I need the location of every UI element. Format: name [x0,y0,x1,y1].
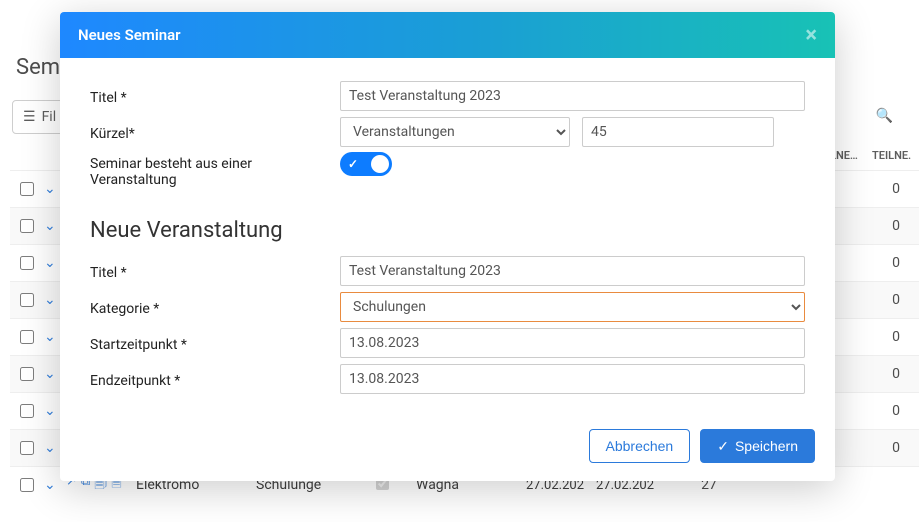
event-end-input[interactable] [340,364,805,394]
single-event-label: Seminar besteht aus einer Veranstaltung [90,152,340,188]
modal-header: Neues Seminar × [60,12,835,58]
event-category-select[interactable]: Schulungen [340,292,805,322]
modal-title: Neues Seminar [78,26,181,44]
cancel-label: Abbrechen [606,438,674,454]
single-event-toggle[interactable]: ✓ [340,152,392,176]
event-title-label: Titel * [90,261,340,281]
kuerzel-label: Kürzel* [90,122,340,142]
seminar-title-input[interactable] [340,81,805,111]
new-seminar-modal: Neues Seminar × Titel * Kürzel* Veransta… [60,12,835,481]
modal-body: Titel * Kürzel* Veranstaltungen Seminar … [60,58,835,417]
check-icon: ✓ [717,438,729,455]
event-category-label: Kategorie * [90,297,340,317]
check-icon: ✓ [348,157,358,171]
event-end-label: Endzeitpunkt * [90,369,340,389]
toggle-knob [371,155,389,173]
kuerzel-select[interactable]: Veranstaltungen [340,117,570,147]
modal-footer: Abbrechen ✓ Speichern [60,417,835,481]
event-start-label: Startzeitpunkt * [90,333,340,353]
close-icon[interactable]: × [805,23,817,48]
event-start-input[interactable] [340,328,805,358]
save-label: Speichern [735,438,798,454]
new-event-heading: Neue Veranstaltung [90,218,805,243]
seminar-title-label: Titel * [90,86,340,106]
save-button[interactable]: ✓ Speichern [700,429,815,463]
kuerzel-number [582,117,774,147]
event-title-input[interactable] [340,256,805,286]
cancel-button[interactable]: Abbrechen [589,429,691,463]
